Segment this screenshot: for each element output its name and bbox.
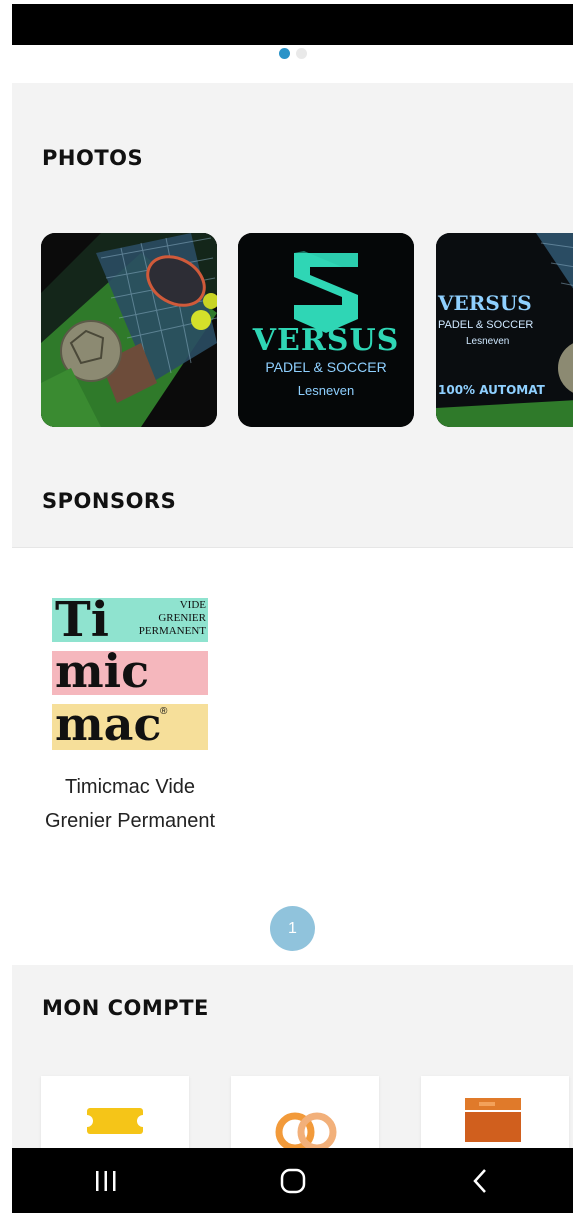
logo-band-mac: mac ® [52,704,208,750]
logo-band-mic: mic [52,651,208,695]
home-icon [280,1168,305,1193]
carousel-dot-active[interactable] [278,48,290,59]
photo-banner: 100% AUTOMAT [438,383,545,397]
pagination-badge[interactable]: 1 [270,906,315,951]
photos-title: PHOTOS [42,146,144,170]
photo-subtitle: PADEL & SOCCER [265,359,387,375]
status-bar [12,4,573,45]
carousel-dot[interactable] [295,48,307,59]
logo-band-ti: Ti VIDE GRENIER PERMANENT [52,592,208,648]
divider [12,547,573,548]
sponsor-name[interactable]: Timicmac Vide Grenier Permanent [32,770,228,838]
app-screen: PHOTOS VERSUS PADEL & SOCCER Lesneven VE… [12,0,573,1213]
home-button[interactable] [263,1156,323,1206]
photo-brand: VERSUS [252,323,400,358]
recent-apps-icon [95,1170,115,1191]
sponsor-logo[interactable]: Ti VIDE GRENIER PERMANENT mic mac ® [52,592,208,750]
photo-item[interactable] [41,233,217,427]
photo-subtitle: PADEL & SOCCER [438,319,534,331]
photo-item[interactable]: VERSUS PADEL & SOCCER Lesneven [238,233,414,427]
back-button[interactable] [450,1156,510,1206]
padel-soccer-balls-photo [41,233,217,427]
photo-item[interactable]: VERSUS PADEL & SOCCER Lesneven 100% AUTO… [436,233,573,427]
sponsors-title: SPONSORS [42,489,177,513]
system-nav-bar [12,1148,573,1213]
photo-city: Lesneven [466,336,510,347]
photo-brand: VERSUS [438,291,532,315]
photo-city: Lesneven [297,383,355,398]
carousel-dots [12,48,573,60]
account-title: MON COMPTE [42,996,209,1020]
recent-apps-button[interactable] [76,1156,136,1206]
back-icon [472,1168,486,1193]
